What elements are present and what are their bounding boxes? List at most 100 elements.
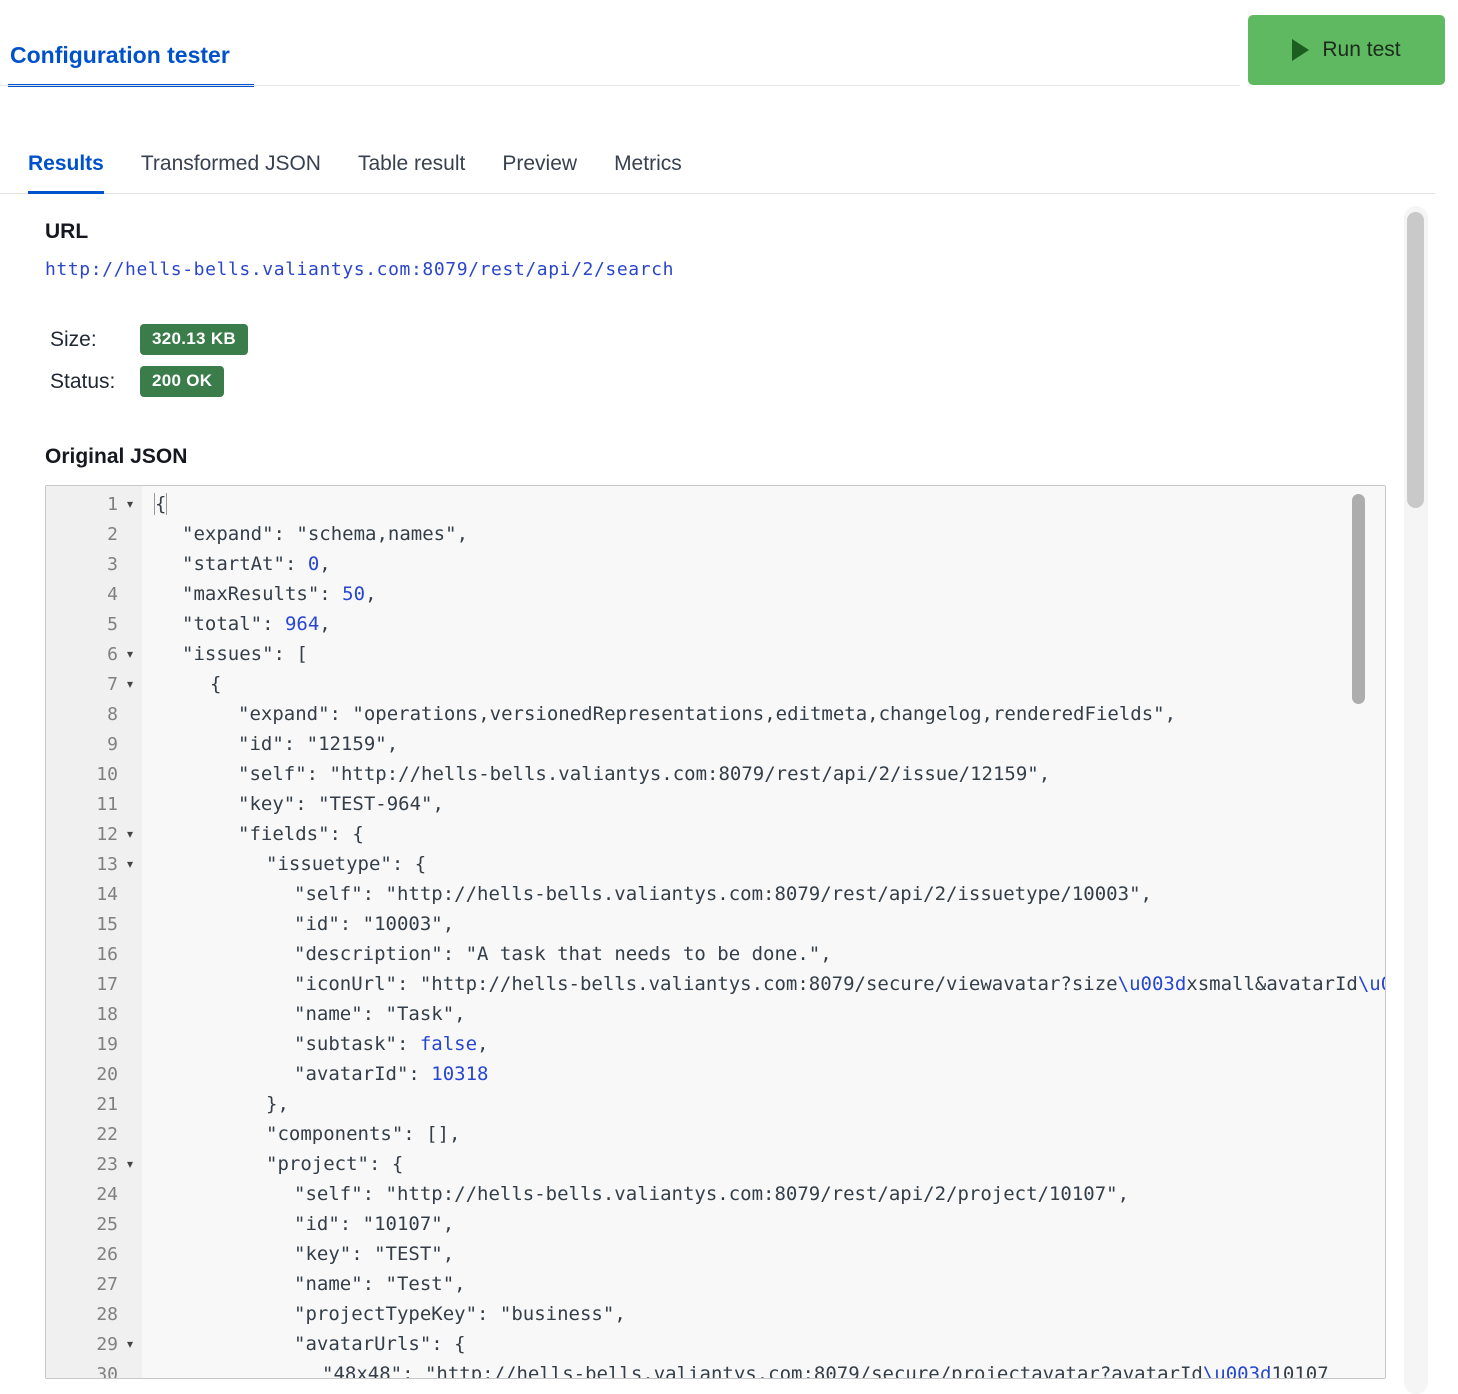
- run-test-button[interactable]: Run test: [1248, 15, 1445, 85]
- code-line-text: "key": "TEST-964",: [142, 793, 1385, 815]
- line-number: 5: [107, 614, 118, 635]
- tab-table-result[interactable]: Table result: [358, 152, 465, 194]
- line-number: 10: [96, 764, 118, 785]
- code-line-text: "components": [],: [142, 1123, 1385, 1145]
- line-number: 21: [96, 1094, 118, 1115]
- code-line: 24 "self": "http://hells-bells.valiantys.…: [46, 1179, 1385, 1209]
- request-url-link[interactable]: http://hells-bells.valiantys.com:8079/re…: [45, 259, 674, 280]
- line-number-gutter: 3: [46, 554, 142, 575]
- tab-preview[interactable]: Preview: [502, 152, 577, 194]
- size-badge: 320.13 KB: [140, 324, 248, 355]
- original-json-heading: Original JSON: [45, 445, 1458, 469]
- line-number: 23: [96, 1154, 118, 1175]
- fold-arrow-icon[interactable]: ▾: [118, 497, 142, 511]
- line-number: 13: [96, 854, 118, 875]
- line-number-gutter: 24: [46, 1184, 142, 1205]
- line-number-gutter: 26: [46, 1244, 142, 1265]
- line-number: 9: [107, 734, 118, 755]
- line-number-gutter: 5: [46, 614, 142, 635]
- code-line-text: {: [142, 493, 1385, 515]
- size-row: Size: 320.13 KB: [45, 324, 1458, 355]
- code-line: 11"key": "TEST-964",: [46, 789, 1385, 819]
- code-line-text: "expand": "operations,versionedRepresent…: [142, 703, 1385, 725]
- code-line-text: },: [142, 1093, 1385, 1115]
- code-line-text: "subtask": false,: [142, 1033, 1385, 1055]
- code-line: 15"id": "10003",: [46, 909, 1385, 939]
- line-number: 7: [107, 674, 118, 695]
- line-number-gutter: 14: [46, 884, 142, 905]
- code-line-text: "self": "http://hells-bells.valiantys.co…: [142, 1183, 1385, 1205]
- line-number-gutter: 18: [46, 1004, 142, 1025]
- status-row: Status: 200 OK: [45, 366, 1458, 397]
- code-line: 17 "iconUrl": "http://hells-bells.valiant…: [46, 969, 1385, 999]
- code-line-text: "total": 964,: [142, 613, 1385, 635]
- code-line: 10 "self": "http://hells-bells.valiantys.…: [46, 759, 1385, 789]
- line-number: 24: [96, 1184, 118, 1205]
- url-heading: URL: [45, 220, 1458, 244]
- tab-results[interactable]: Results: [28, 152, 104, 194]
- code-line: 19"subtask": false,: [46, 1029, 1385, 1059]
- code-line-text: "id": "10107",: [142, 1213, 1385, 1235]
- line-number: 25: [96, 1214, 118, 1235]
- line-number: 22: [96, 1124, 118, 1145]
- line-number-gutter: 28: [46, 1304, 142, 1325]
- line-number: 2: [107, 524, 118, 545]
- line-number-gutter: 23▾: [46, 1154, 142, 1175]
- page-title[interactable]: Configuration tester: [10, 42, 230, 69]
- line-number: 30: [96, 1364, 118, 1380]
- code-line: 13▾"issuetype": {: [46, 849, 1385, 879]
- code-line: 18"name": "Task",: [46, 999, 1385, 1029]
- code-line-text: "issuetype": {: [142, 853, 1385, 875]
- fold-arrow-icon[interactable]: ▾: [118, 857, 142, 871]
- line-number: 20: [96, 1064, 118, 1085]
- code-scrollbar-thumb[interactable]: [1352, 494, 1365, 704]
- page-scrollbar-thumb[interactable]: [1407, 212, 1424, 508]
- line-number: 17: [96, 974, 118, 995]
- header-divider: [0, 85, 1240, 86]
- code-line-text: "id": "12159",: [142, 733, 1385, 755]
- line-number-gutter: 13▾: [46, 854, 142, 875]
- tab-transformed-json[interactable]: Transformed JSON: [141, 152, 321, 194]
- line-number-gutter: 27: [46, 1274, 142, 1295]
- header: Configuration tester Run test: [0, 0, 1458, 88]
- code-line: 27"name": "Test",: [46, 1269, 1385, 1299]
- fold-arrow-icon[interactable]: ▾: [118, 677, 142, 691]
- code-line-text: {: [142, 673, 1385, 695]
- line-number-gutter: 17: [46, 974, 142, 995]
- code-line-text: "self": "http://hells-bells.valiantys.co…: [142, 763, 1385, 785]
- page-scrollbar-track[interactable]: [1404, 206, 1428, 1394]
- code-line: 1▾{: [46, 489, 1385, 519]
- status-label: Status:: [50, 370, 140, 394]
- code-line-text: "description": "A task that needs to be …: [142, 943, 1385, 965]
- line-number: 14: [96, 884, 118, 905]
- code-line: 21},: [46, 1089, 1385, 1119]
- line-number: 29: [96, 1334, 118, 1355]
- code-line: 5 "total": 964,: [46, 609, 1385, 639]
- tab-metrics[interactable]: Metrics: [614, 152, 682, 194]
- json-viewer[interactable]: 1▾{2"expand": "schema,names",3"startAt":…: [45, 485, 1386, 1379]
- code-line-text: "self": "http://hells-bells.valiantys.co…: [142, 883, 1385, 905]
- line-number-gutter: 11: [46, 794, 142, 815]
- code-line-text: "iconUrl": "http://hells-bells.valiantys…: [142, 973, 1385, 995]
- code-line: 6▾"issues": [: [46, 639, 1385, 669]
- line-number-gutter: 15: [46, 914, 142, 935]
- code-line-text: "issues": [: [142, 643, 1385, 665]
- response-meta: Size: 320.13 KB Status: 200 OK: [45, 324, 1458, 397]
- code-line: 2"expand": "schema,names",: [46, 519, 1385, 549]
- code-line: 14 "self": "http://hells-bells.valiantys.…: [46, 879, 1385, 909]
- code-line: 20"avatarId": 10318: [46, 1059, 1385, 1089]
- fold-arrow-icon[interactable]: ▾: [118, 827, 142, 841]
- code-line: 4"maxResults": 50,: [46, 579, 1385, 609]
- line-number-gutter: 30: [46, 1364, 142, 1380]
- code-line: 28 "projectTypeKey": "business",: [46, 1299, 1385, 1329]
- run-test-label: Run test: [1322, 38, 1400, 62]
- line-number: 28: [96, 1304, 118, 1325]
- code-line-text: "projectTypeKey": "business",: [142, 1303, 1385, 1325]
- fold-arrow-icon[interactable]: ▾: [118, 647, 142, 661]
- fold-arrow-icon[interactable]: ▾: [118, 1157, 142, 1171]
- code-lines: 1▾{2"expand": "schema,names",3"startAt":…: [46, 489, 1385, 1379]
- line-number: 1: [107, 494, 118, 515]
- line-number-gutter: 8: [46, 704, 142, 725]
- fold-arrow-icon[interactable]: ▾: [118, 1337, 142, 1351]
- line-number: 8: [107, 704, 118, 725]
